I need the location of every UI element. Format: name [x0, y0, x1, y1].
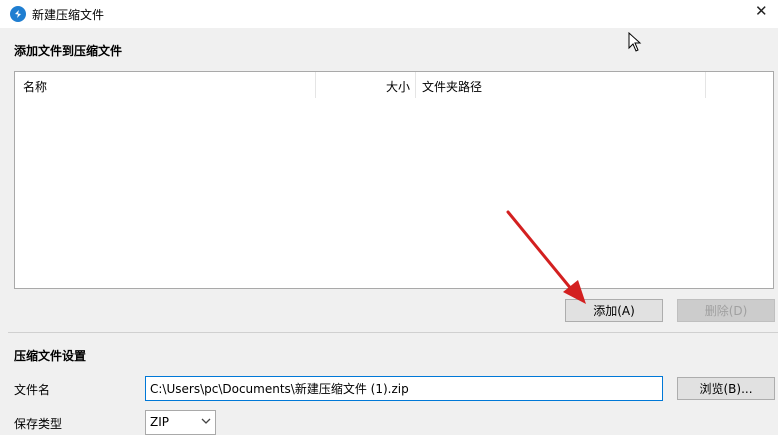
- app-logo-icon: [10, 6, 26, 22]
- add-files-section-title: 添加文件到压缩文件: [14, 44, 123, 58]
- save-type-label: 保存类型: [14, 417, 63, 431]
- delete-button[interactable]: 删除(D): [677, 299, 775, 322]
- filename-label: 文件名: [14, 383, 51, 397]
- column-header-folder-path[interactable]: 文件夹路径: [422, 78, 482, 95]
- close-icon[interactable]: ✕: [755, 2, 768, 20]
- save-type-value: ZIP: [150, 415, 169, 429]
- title-bar: 新建压缩文件 ✕: [0, 0, 778, 28]
- section-divider: [8, 332, 778, 333]
- file-list[interactable]: 名称 大小 文件夹路径: [14, 71, 774, 289]
- column-separator[interactable]: [705, 72, 706, 98]
- add-button[interactable]: 添加(A): [565, 299, 663, 322]
- window-title: 新建压缩文件: [32, 8, 105, 22]
- column-separator[interactable]: [315, 72, 316, 98]
- column-header-size[interactable]: 大小: [386, 78, 410, 95]
- save-type-select[interactable]: ZIP: [145, 410, 216, 435]
- column-header-name[interactable]: 名称: [23, 78, 47, 95]
- mouse-pointer-icon: [628, 32, 642, 52]
- filename-input[interactable]: [145, 376, 663, 401]
- settings-section-title: 压缩文件设置: [14, 349, 87, 363]
- column-separator[interactable]: [415, 72, 416, 98]
- browse-button[interactable]: 浏览(B)...: [677, 377, 775, 400]
- chevron-down-icon: [201, 418, 211, 424]
